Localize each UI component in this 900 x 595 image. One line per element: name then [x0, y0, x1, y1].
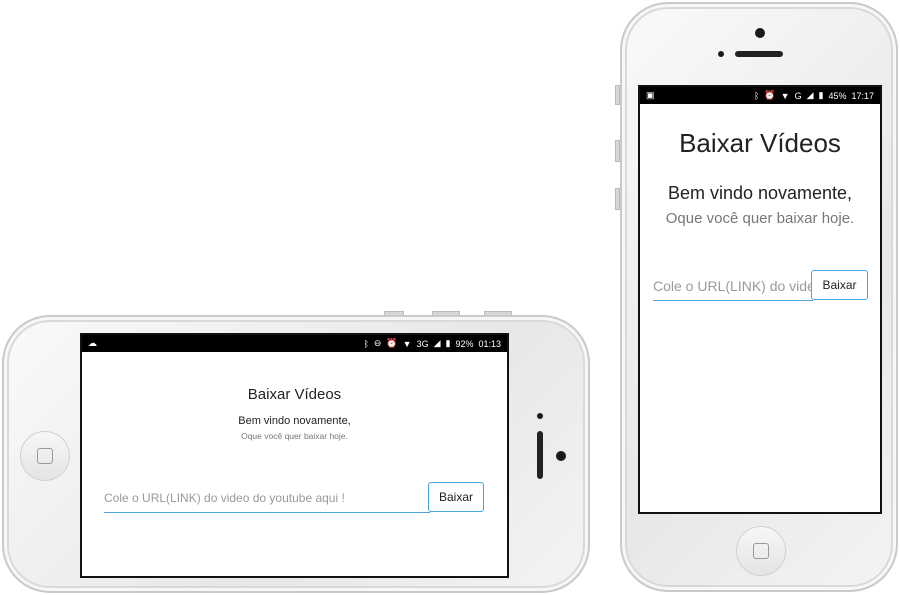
- landscape-screen: ☁ ᛒ ⊖ ⏰ ▼ 3G ◢ ▮ 92% 01:13 Baixar Vídeos…: [80, 333, 509, 578]
- cloud-icon: ☁: [88, 338, 97, 348]
- bluetooth-icon: ᛒ: [363, 338, 369, 349]
- battery-percent: 92%: [455, 338, 474, 349]
- do-not-disturb-icon: ⊖: [373, 338, 382, 348]
- status-bar: ☁ ᛒ ⊖ ⏰ ▼ 3G ◢ ▮ 92% 01:13: [82, 335, 507, 352]
- image-icon: ▣: [646, 90, 655, 100]
- clock: 01:13: [478, 338, 501, 349]
- bluetooth-icon: ᛒ: [754, 90, 760, 101]
- home-button[interactable]: [736, 526, 786, 576]
- url-input[interactable]: Cole o URL(LINK) do video do youtube aqu…: [104, 483, 430, 513]
- page-title: Baixar Vídeos: [247, 386, 342, 403]
- welcome-text: Bem vindo novamente,: [238, 415, 351, 427]
- home-button[interactable]: [20, 431, 70, 481]
- front-camera: [556, 451, 566, 461]
- status-bar: ▣ ᛒ ⏰ ▼ G ◢ ▮ 45% 17:17: [640, 87, 880, 104]
- clock: 17:17: [851, 90, 874, 101]
- signal-icon: ◢: [806, 90, 814, 100]
- sensor: [537, 413, 543, 419]
- subtitle-text: Oque você quer baixar hoje.: [665, 210, 855, 227]
- signal-icon: ◢: [433, 338, 441, 348]
- alarm-icon: ⏰: [386, 338, 398, 348]
- url-input[interactable]: Cole o URL(LINK) do video: [653, 271, 813, 301]
- download-button[interactable]: Baixar: [811, 270, 868, 300]
- battery-icon: ▮: [818, 90, 824, 100]
- network-type: G: [794, 90, 802, 101]
- wifi-icon: ▼: [402, 338, 412, 349]
- front-camera: [718, 51, 724, 57]
- network-type: 3G: [416, 338, 429, 349]
- page-title: Baixar Vídeos: [679, 128, 841, 158]
- speaker: [537, 431, 543, 479]
- speaker: [735, 51, 783, 57]
- wifi-icon: ▼: [780, 90, 790, 101]
- battery-icon: ▮: [445, 338, 451, 348]
- sensor: [755, 28, 765, 38]
- alarm-icon: ⏰: [764, 90, 776, 100]
- download-button[interactable]: Baixar: [428, 482, 484, 512]
- welcome-text: Bem vindo novamente,: [667, 183, 853, 203]
- battery-percent: 45%: [828, 90, 847, 101]
- subtitle-text: Oque você quer baixar hoje.: [241, 431, 348, 441]
- portrait-screen: ▣ ᛒ ⏰ ▼ G ◢ ▮ 45% 17:17 Baixar Vídeos Be…: [638, 85, 882, 514]
